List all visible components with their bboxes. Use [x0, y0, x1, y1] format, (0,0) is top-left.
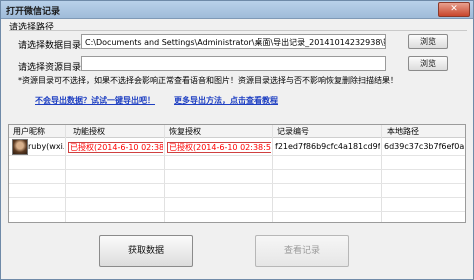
res-dir-browse-button[interactable]: 浏览 [408, 56, 448, 71]
avatar [12, 139, 28, 155]
fetch-data-button[interactable]: 获取数据 [99, 235, 193, 267]
data-dir-browse-button[interactable]: 浏览 [408, 34, 448, 49]
table-header: 用户昵称 功能授权 恢复授权 记录编号 本地路径 [9, 125, 465, 138]
row-divider [9, 155, 465, 156]
row-divider [9, 211, 465, 212]
col-divider [272, 125, 273, 222]
cell-func-auth: 已授权(2014-6-10 02:38:5... [68, 142, 163, 153]
res-dir-label: 请选择资源目录： [18, 63, 91, 73]
cell-nick: ruby(wxi... [28, 142, 64, 151]
row-divider [9, 183, 465, 184]
cell-recover-auth: 已授权(2014-6-10 02:38:58) [167, 142, 271, 153]
row-divider [9, 197, 465, 198]
col-header-func-auth[interactable]: 功能授权 [73, 126, 105, 137]
res-dir-input[interactable] [81, 56, 386, 71]
close-button[interactable]: ✕ [438, 2, 470, 17]
window-title: 打开微信记录 [6, 7, 61, 17]
group-divider [9, 30, 467, 31]
col-divider [164, 125, 165, 222]
col-header-record-id[interactable]: 记录编号 [277, 126, 309, 137]
cell-local-path: 6d39c37c3b7f6ef0a... [384, 142, 464, 151]
data-dir-label: 请选择数据目录： [18, 41, 91, 51]
col-header-local-path[interactable]: 本地路径 [387, 126, 419, 137]
view-records-button[interactable]: 查看记录 [255, 235, 349, 267]
col-header-recover-auth[interactable]: 恢复授权 [169, 126, 201, 137]
col-divider [65, 125, 66, 222]
recover-auth-value: 已授权(2014-6-10 02:38:58) [167, 142, 271, 153]
col-divider [381, 125, 382, 222]
hint-text: *资源目录可不选择，如果不选择会影响正常查看语音和图片！资源目录选择与否不影响恢… [18, 76, 398, 85]
cell-record-id: f21ed7f86b9cfc4a181cd9f7... [275, 142, 380, 151]
col-header-nick[interactable]: 用户昵称 [13, 126, 45, 137]
records-table: 用户昵称 功能授权 恢复授权 记录编号 本地路径 ruby(wxi... 已授权… [8, 124, 466, 223]
one-click-export-link[interactable]: 不会导出数据？试试一键导出吧！ [35, 95, 155, 106]
section-label: 请选择路径 [9, 23, 55, 33]
func-auth-value: 已授权(2014-6-10 02:38:5... [68, 142, 163, 153]
title-bar: 打开微信记录 ✕ [1, 1, 473, 19]
data-dir-input[interactable]: C:\Documents and Settings\Administrator\… [81, 34, 386, 49]
tutorial-link[interactable]: 更多导出方法，点击查看教程 [174, 95, 278, 106]
row-divider [9, 169, 465, 170]
dialog-window: 打开微信记录 ✕ 请选择路径 请选择数据目录： C:\Documents and… [0, 0, 474, 280]
